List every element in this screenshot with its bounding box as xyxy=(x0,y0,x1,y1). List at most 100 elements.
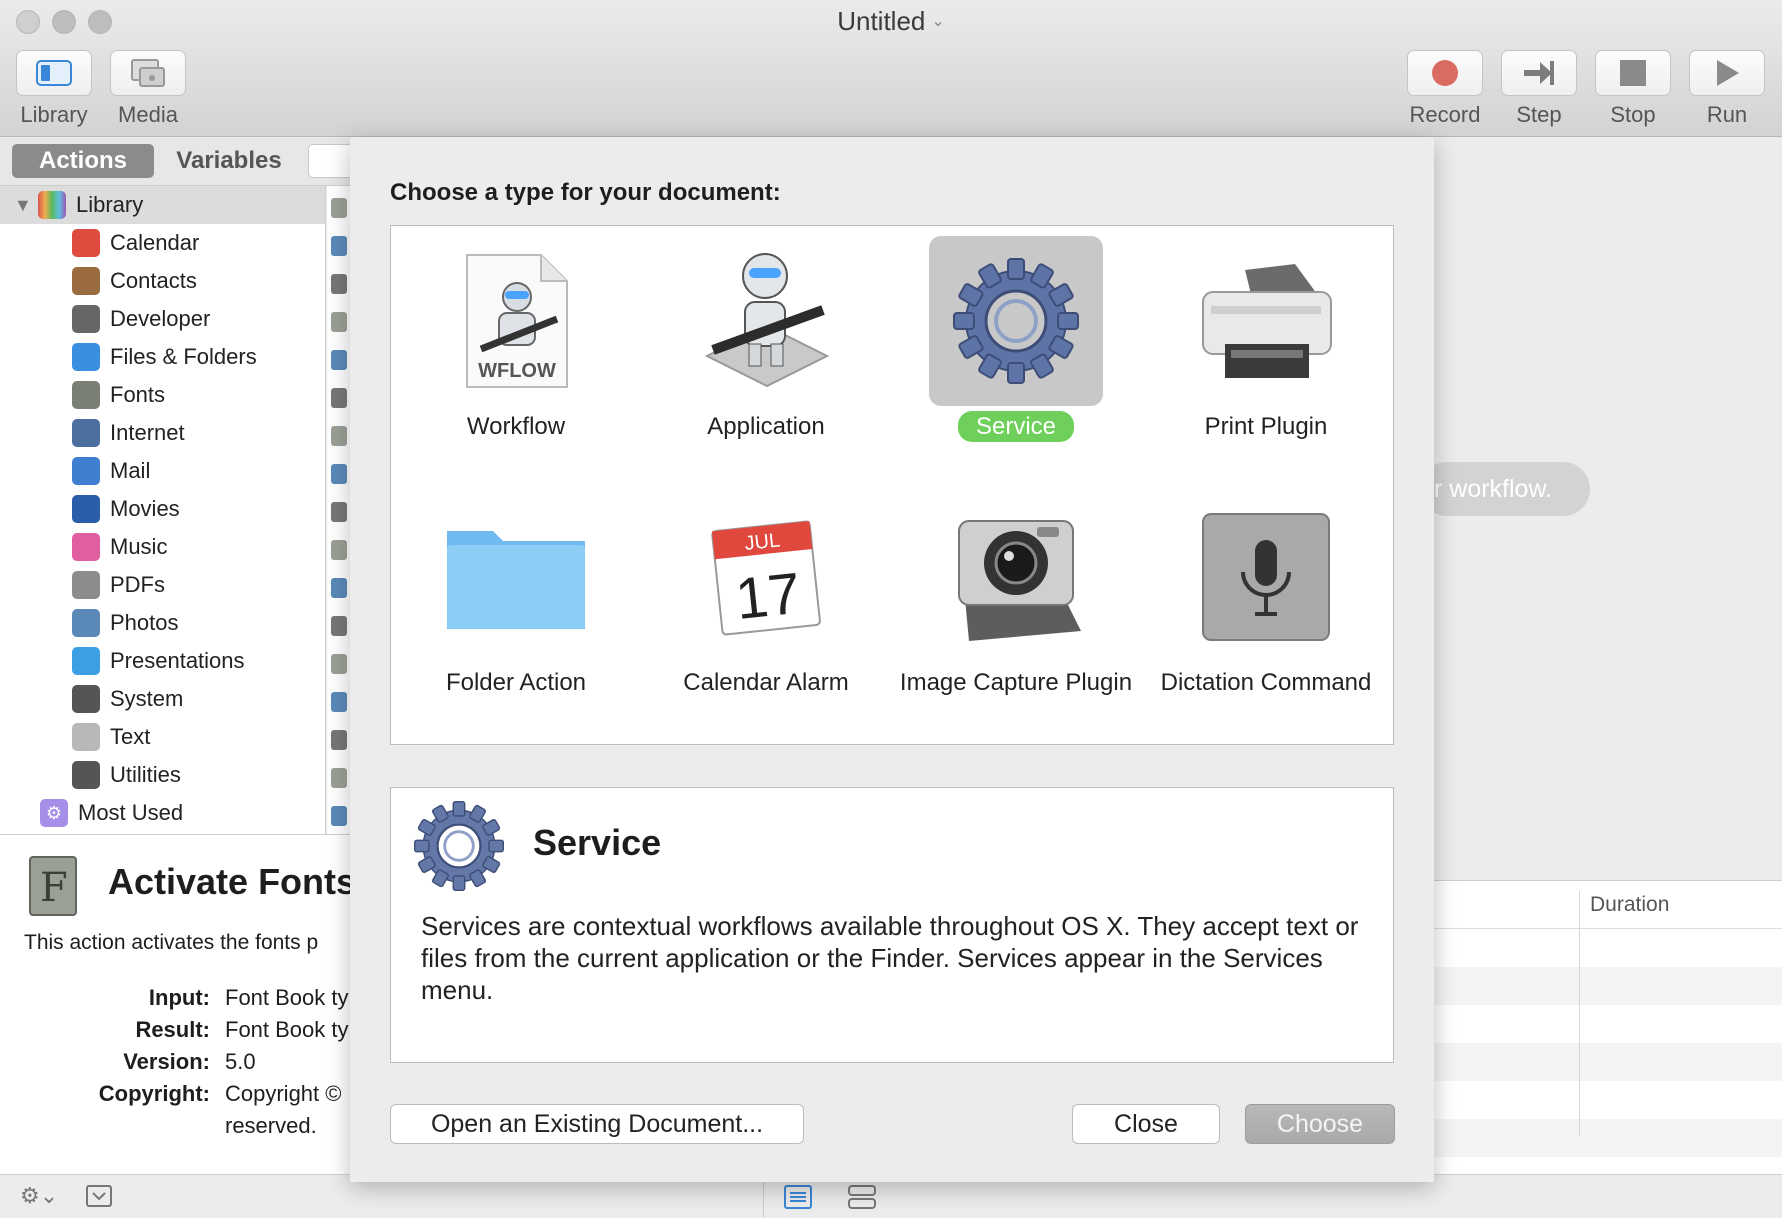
library-books-icon xyxy=(38,191,66,219)
gear-icon[interactable]: ⚙⌄ xyxy=(20,1183,58,1209)
gear-icon xyxy=(414,801,504,891)
tab-actions[interactable]: Actions xyxy=(12,144,154,178)
category-icon xyxy=(72,267,100,295)
type-calendar-alarm[interactable]: JUL 17 Calendar Alarm xyxy=(641,488,891,728)
actions-list[interactable] xyxy=(327,186,351,834)
action-icon xyxy=(331,274,347,294)
sidebar-item-label: Contacts xyxy=(110,268,197,293)
workflow-document-icon: WFLOW xyxy=(429,236,603,406)
record-label: Record xyxy=(1409,102,1481,127)
disclosure-triangle-icon[interactable]: ▼ xyxy=(14,195,32,216)
sidebar-item-photos[interactable]: Photos xyxy=(0,604,325,642)
sidebar-item-label: Calendar xyxy=(110,230,200,255)
step-button[interactable]: Step xyxy=(1492,50,1586,128)
type-description-box: Service Services are contextual workflow… xyxy=(390,787,1394,1063)
smart-folder-icon: ⚙ xyxy=(40,799,68,827)
camera-icon xyxy=(929,492,1103,662)
type-folder-action[interactable]: Folder Action xyxy=(391,488,641,728)
type-service[interactable]: Service xyxy=(891,232,1141,472)
column-divider[interactable] xyxy=(1579,891,1580,1137)
category-icon xyxy=(72,533,100,561)
type-dictation-command[interactable]: Dictation Command xyxy=(1141,488,1391,728)
sidebar-item-files-folders[interactable]: Files & Folders xyxy=(0,338,325,376)
action-icon xyxy=(331,502,347,522)
sidebar-item-fonts[interactable]: Fonts xyxy=(0,376,325,414)
sidebar-item-calendar[interactable]: Calendar xyxy=(0,224,325,262)
type-workflow-label: Workflow xyxy=(466,413,566,440)
type-service-label: Service xyxy=(891,411,1141,442)
type-print-plugin[interactable]: Print Plugin xyxy=(1141,232,1391,472)
document-type-sheet: Choose a type for your document: WFLOW W… xyxy=(350,137,1434,1182)
sidebar-item-most-used[interactable]: ⚙ Most Used xyxy=(0,794,325,832)
action-icon xyxy=(331,426,347,446)
sidebar-item-utilities[interactable]: Utilities xyxy=(0,756,325,794)
action-icon xyxy=(331,464,347,484)
type-print-plugin-label: Print Plugin xyxy=(1204,413,1328,440)
sidebar-item-system[interactable]: System xyxy=(0,680,325,718)
run-button[interactable]: Run xyxy=(1680,50,1774,128)
library-root-label: Library xyxy=(76,192,144,217)
category-icon xyxy=(72,685,100,713)
media-toolbar-button[interactable]: Media xyxy=(101,50,195,128)
action-icon xyxy=(331,198,347,218)
sidebar-item-developer[interactable]: Developer xyxy=(0,300,325,338)
action-icon xyxy=(331,692,347,712)
list-view-icon[interactable] xyxy=(784,1185,812,1209)
close-button[interactable]: Close xyxy=(1072,1104,1220,1144)
type-image-capture-plugin[interactable]: Image Capture Plugin xyxy=(891,488,1141,728)
type-application[interactable]: Application xyxy=(641,232,891,472)
action-icon xyxy=(331,578,347,598)
sidebar-item-label: Internet xyxy=(110,420,185,445)
category-icon xyxy=(72,723,100,751)
action-icon xyxy=(331,350,347,370)
field-value: 5.0 xyxy=(225,1049,256,1074)
automator-robot-icon xyxy=(679,236,853,406)
record-button[interactable]: Record xyxy=(1398,50,1492,128)
tab-variables[interactable]: Variables xyxy=(160,144,298,178)
sidebar-item-text[interactable]: Text xyxy=(0,718,325,756)
sidebar-item-internet[interactable]: Internet xyxy=(0,414,325,452)
sidebar-item-label: Text xyxy=(110,724,151,749)
choose-button[interactable]: Choose xyxy=(1245,1104,1395,1144)
run-label: Run xyxy=(1706,102,1748,127)
printer-icon xyxy=(1179,236,1353,406)
fonts-icon: F xyxy=(29,856,77,916)
library-toolbar-button[interactable]: Library xyxy=(7,50,101,128)
stop-button[interactable]: Stop xyxy=(1586,50,1680,128)
step-icon xyxy=(1501,50,1577,96)
action-icon xyxy=(331,540,347,560)
sidebar-item-label: Fonts xyxy=(110,382,166,407)
type-workflow[interactable]: WFLOW Workflow xyxy=(391,232,641,472)
library-segmented-control: Actions Variables xyxy=(0,138,368,186)
type-dictation-command-label: Dictation Command xyxy=(1160,669,1372,696)
sidebar-item-presentations[interactable]: Presentations xyxy=(0,642,325,680)
log-header: Duration xyxy=(1434,881,1782,929)
workflow-drop-hint: r workflow. xyxy=(1420,462,1590,516)
category-icon xyxy=(72,305,100,333)
sidebar-item-contacts[interactable]: Contacts xyxy=(0,262,325,300)
gear-icon xyxy=(929,236,1103,406)
type-image-capture-plugin-label: Image Capture Plugin xyxy=(899,669,1133,696)
field-value: Font Book ty xyxy=(225,985,349,1010)
sidebar-item-pdfs[interactable]: PDFs xyxy=(0,566,325,604)
duration-column-header[interactable]: Duration xyxy=(1590,893,1669,917)
category-icon xyxy=(72,381,100,409)
split-view-icon[interactable] xyxy=(848,1185,876,1209)
library-root-row[interactable]: ▼ Library xyxy=(0,186,325,224)
sidebar-item-movies[interactable]: Movies xyxy=(0,490,325,528)
open-existing-document-button[interactable]: Open an Existing Document... xyxy=(390,1104,804,1144)
description-toggle-icon[interactable] xyxy=(86,1185,112,1207)
category-icon xyxy=(72,419,100,447)
sidebar-item-music[interactable]: Music xyxy=(0,528,325,566)
wflow-badge: WFLOW xyxy=(478,360,556,382)
sidebar-item-label: Photos xyxy=(110,610,179,635)
field-key: Result: xyxy=(135,1017,210,1042)
field-value: reserved. xyxy=(225,1113,317,1138)
type-application-label: Application xyxy=(707,413,825,440)
window-title[interactable]: Untitled ⌄ xyxy=(0,6,1782,37)
log-row xyxy=(1434,967,1782,1005)
sheet-prompt: Choose a type for your document: xyxy=(390,179,781,206)
library-tree: ▼ Library Calendar Contacts Developer Files… xyxy=(0,186,326,834)
step-label: Step xyxy=(1516,102,1562,127)
sidebar-item-mail[interactable]: Mail xyxy=(0,452,325,490)
